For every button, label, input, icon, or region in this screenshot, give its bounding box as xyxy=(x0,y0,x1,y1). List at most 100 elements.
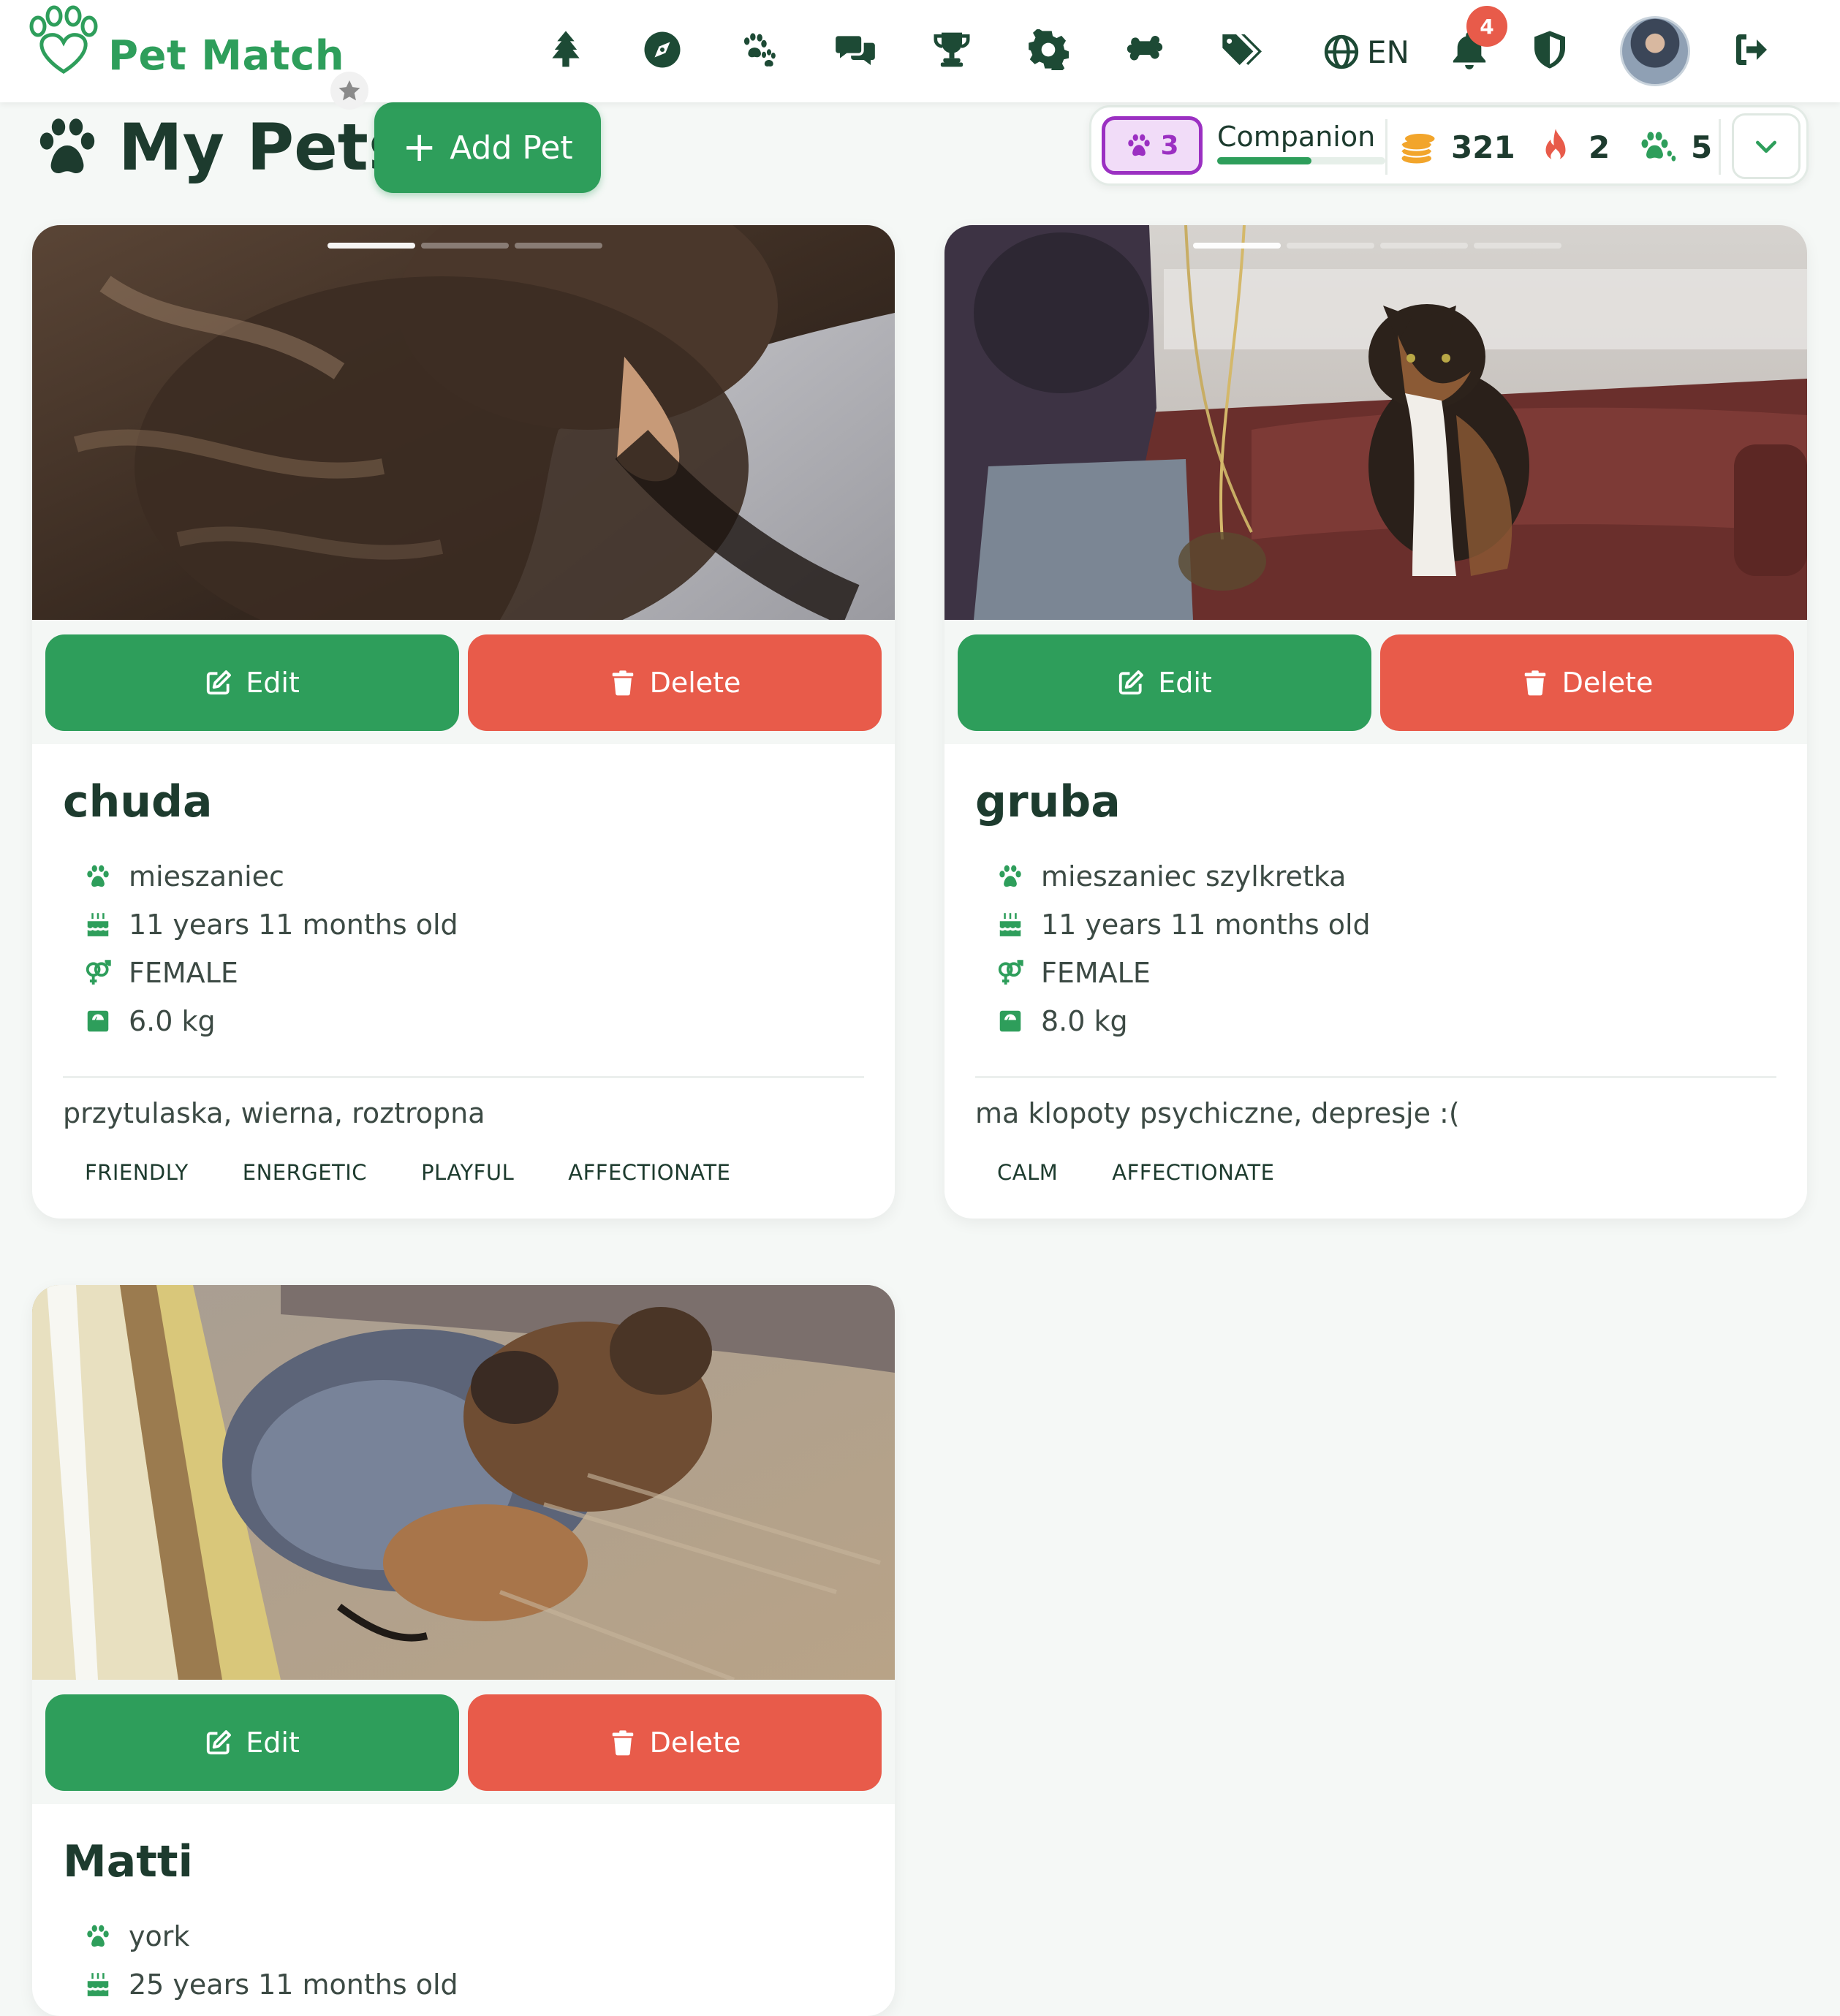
carousel-dot[interactable] xyxy=(421,243,509,249)
favorite-star-icon[interactable] xyxy=(330,72,368,110)
paw-icon xyxy=(39,118,95,173)
pet-info: Matti york 25 years 11 months old xyxy=(32,1804,895,2016)
delete-label: Delete xyxy=(1561,667,1654,699)
birthday-cake-icon xyxy=(77,909,118,941)
carousel-dot[interactable] xyxy=(1474,243,1561,249)
carousel-dot[interactable] xyxy=(515,243,602,249)
user-stats-panel: 3 Companion 321 2 5 xyxy=(1089,105,1809,186)
pet-actions: Edit Delete xyxy=(32,620,895,744)
pet-weight: 8.0 kg xyxy=(975,997,1776,1045)
coins-stat[interactable]: 321 xyxy=(1398,119,1515,175)
pet-name: chuda xyxy=(63,776,213,827)
pet-photo-carousel[interactable] xyxy=(944,225,1807,620)
pet-card: Edit Delete Matti york 25 years 11 month… xyxy=(32,1285,895,2016)
trophy-icon[interactable] xyxy=(924,22,980,77)
pet-photo xyxy=(944,225,1807,620)
shield-icon[interactable] xyxy=(1522,22,1578,77)
gear-icon[interactable] xyxy=(1021,22,1076,77)
paws-value: 5 xyxy=(1691,129,1713,165)
pet-breed-text: mieszaniec xyxy=(129,860,284,893)
edit-icon xyxy=(207,1730,232,1755)
carousel-dot[interactable] xyxy=(1380,243,1468,249)
pet-age: 25 years 11 months old xyxy=(63,1960,864,2009)
weight-icon xyxy=(990,1005,1031,1037)
fire-icon xyxy=(1545,129,1566,162)
pet-actions: Edit Delete xyxy=(32,1680,895,1804)
delete-pet-button[interactable]: Delete xyxy=(468,1694,882,1791)
divider xyxy=(975,1076,1776,1078)
edit-pet-button[interactable]: Edit xyxy=(45,634,459,731)
tree-icon[interactable] xyxy=(538,22,594,77)
pet-gender-text: FEMALE xyxy=(1041,957,1151,989)
streak-value: 2 xyxy=(1589,129,1610,165)
gender-icon xyxy=(77,957,118,989)
pet-age: 11 years 11 months old xyxy=(975,901,1776,949)
paws-stat[interactable]: 5 xyxy=(1638,119,1712,175)
delete-pet-button[interactable]: Delete xyxy=(468,634,882,731)
pet-gender: FEMALE xyxy=(975,949,1776,997)
rank-progress-bar xyxy=(1217,157,1385,164)
bone-icon[interactable] xyxy=(1117,22,1173,77)
trash-icon xyxy=(612,1730,633,1756)
chevron-down-icon xyxy=(1756,140,1776,153)
carousel-dot[interactable] xyxy=(1193,243,1281,249)
pet-breed: mieszaniec xyxy=(63,852,864,901)
paw-heart-logo-icon[interactable] xyxy=(23,4,104,77)
coins-icon xyxy=(1401,134,1435,164)
trait-tag: FRIENDLY xyxy=(85,1160,189,1185)
pet-photo-carousel[interactable] xyxy=(32,225,895,620)
weight-icon xyxy=(77,1005,118,1037)
edit-icon xyxy=(1119,670,1144,695)
compass-icon[interactable] xyxy=(635,22,690,77)
trash-icon xyxy=(612,670,633,696)
tags-icon[interactable] xyxy=(1214,22,1269,77)
globe-icon xyxy=(1324,34,1359,69)
add-pet-button[interactable]: + Add Pet xyxy=(374,102,601,193)
delete-pet-button[interactable]: Delete xyxy=(1380,634,1794,731)
paw-icon xyxy=(77,1920,118,1952)
edit-label: Edit xyxy=(246,667,300,699)
pet-card: Edit Delete chuda mieszaniec 11 years 11… xyxy=(32,225,895,1219)
pet-traits: FRIENDLY ENERGETIC PLAYFUL AFFECTIONATE xyxy=(63,1156,864,1189)
pet-name: gruba xyxy=(975,776,1121,827)
logout-icon[interactable] xyxy=(1724,22,1779,77)
edit-pet-button[interactable]: Edit xyxy=(958,634,1371,731)
edit-pet-button[interactable]: Edit xyxy=(45,1694,459,1791)
pet-gender-text: FEMALE xyxy=(129,957,238,989)
add-pet-label: Add Pet xyxy=(450,129,573,167)
trash-icon xyxy=(1524,670,1545,696)
chat-icon[interactable] xyxy=(828,22,883,77)
paws-icon[interactable] xyxy=(731,22,787,77)
language-code: EN xyxy=(1367,34,1409,70)
divider xyxy=(63,1076,864,1078)
trait-tag: PLAYFUL xyxy=(421,1160,515,1185)
user-avatar[interactable] xyxy=(1620,16,1690,86)
pet-age-text: 11 years 11 months old xyxy=(129,909,458,941)
language-selector[interactable]: EN xyxy=(1323,26,1409,77)
pet-breed: mieszaniec szylkretka xyxy=(975,852,1776,901)
pet-breed-text: mieszaniec szylkretka xyxy=(1041,860,1347,893)
carousel-dot[interactable] xyxy=(328,243,415,249)
coins-value: 321 xyxy=(1451,129,1515,165)
page-header: My Pets xyxy=(32,107,406,187)
streak-stat[interactable]: 2 xyxy=(1536,119,1610,175)
pet-description: ma klopoty psychiczne, depresje :( xyxy=(975,1097,1460,1129)
trait-tag: AFFECTIONATE xyxy=(1112,1160,1275,1185)
pet-info: chuda mieszaniec 11 years 11 months old … xyxy=(32,744,895,1219)
edit-icon xyxy=(207,670,232,695)
plus-icon: + xyxy=(402,124,437,171)
carousel-dot[interactable] xyxy=(1287,243,1374,249)
edit-label: Edit xyxy=(1158,667,1212,699)
level-value: 3 xyxy=(1160,130,1179,161)
level-badge[interactable]: 3 xyxy=(1102,116,1203,175)
expand-stats-button[interactable] xyxy=(1732,113,1801,179)
trait-tag: AFFECTIONATE xyxy=(568,1160,731,1185)
birthday-cake-icon xyxy=(77,1968,118,2001)
pet-photo-carousel[interactable] xyxy=(32,1285,895,1680)
pet-photo xyxy=(32,225,895,620)
pet-age-text: 11 years 11 months old xyxy=(1041,909,1371,941)
app-brand-name[interactable]: Pet Match xyxy=(108,32,344,80)
pet-info: gruba mieszaniec szylkretka 11 years 11 … xyxy=(944,744,1807,1219)
paw-icon xyxy=(77,860,118,893)
pet-photo xyxy=(32,1285,895,1680)
